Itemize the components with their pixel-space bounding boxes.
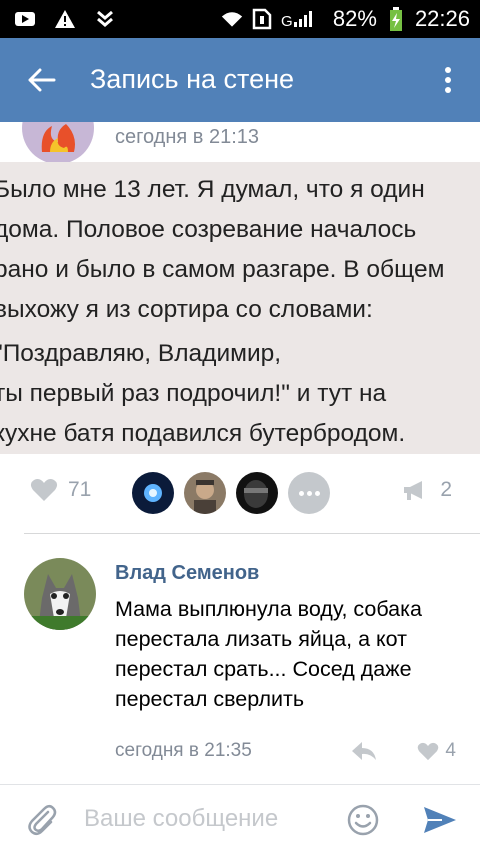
more-vertical-icon <box>445 67 451 93</box>
divider <box>24 533 480 534</box>
heart-icon <box>418 742 439 760</box>
image-text-line: кухне батя подавился бутербродом. <box>0 420 406 447</box>
emoji-button[interactable] <box>346 803 380 837</box>
post-timestamp: сегодня в 21:13 <box>115 126 259 148</box>
more-menu-button[interactable] <box>434 60 462 100</box>
message-input[interactable] <box>84 801 324 837</box>
message-composer <box>0 784 480 854</box>
smile-icon <box>347 804 379 836</box>
post-meta: сегодня в 21:13 <box>0 122 480 162</box>
comment: Влад Семенов Мама выплюнула воду, собака… <box>0 550 480 780</box>
comment-like-count: 4 <box>445 740 456 761</box>
battery-percent: 82% <box>332 6 377 31</box>
back-button[interactable] <box>22 60 62 100</box>
comment-author-avatar[interactable] <box>24 558 96 630</box>
image-text-line: Было мне 13 лет. Я думал, что я один <box>0 176 425 203</box>
download-icon <box>94 8 116 30</box>
status-right: G 82% 22:26 <box>221 6 470 32</box>
like-button[interactable]: 71 <box>30 478 91 502</box>
megaphone-icon <box>404 481 423 500</box>
reply-icon <box>352 742 376 760</box>
image-text-line: ты первый раз подрочил!" и тут на <box>0 380 387 407</box>
clock: 22:26 <box>414 6 470 31</box>
comment-author-name[interactable]: Влад Семенов <box>115 562 259 585</box>
image-text-line: "Поздравляю, Владимир, <box>0 340 282 367</box>
sim-icon <box>251 8 273 30</box>
signal-icon: G <box>281 8 325 30</box>
liker-avatar[interactable] <box>132 472 174 514</box>
send-button[interactable] <box>422 805 458 835</box>
warning-icon <box>54 8 76 30</box>
send-icon <box>424 807 456 833</box>
comment-like-button[interactable]: 4 <box>417 740 456 762</box>
image-text-line: рано и было в самом разгаре. В общем <box>0 256 445 283</box>
video-icon <box>14 8 36 30</box>
comment-timestamp: сегодня в 21:35 <box>115 740 252 761</box>
reply-button[interactable] <box>350 738 378 764</box>
liker-avatar[interactable] <box>184 472 226 514</box>
share-button[interactable]: 2 <box>402 478 452 502</box>
attach-button[interactable] <box>26 803 58 837</box>
share-count: 2 <box>440 478 452 501</box>
app-header: Запись на стене <box>0 38 480 122</box>
paperclip-icon <box>28 805 57 835</box>
post-image[interactable]: Было мне 13 лет. Я думал, что я один дом… <box>0 162 480 454</box>
arrow-back-icon <box>28 68 56 92</box>
post-actions: 71 2 <box>0 462 480 524</box>
svg-text:G: G <box>281 13 293 30</box>
battery-charging-icon <box>385 7 407 31</box>
image-text-line: дома. Половое созревание началось <box>0 216 417 243</box>
more-likers-button[interactable] <box>288 472 330 514</box>
liker-avatar[interactable] <box>236 472 278 514</box>
status-left-icons <box>14 8 116 30</box>
comment-text: Мама выплюнула воду, собака перестала ли… <box>115 597 422 711</box>
page-title: Запись на стене <box>90 64 295 94</box>
image-text-line: выхожу я из сортира со словами: <box>0 296 373 323</box>
post-author-avatar[interactable] <box>22 122 94 162</box>
status-bar: G 82% 22:26 <box>0 0 480 38</box>
wifi-icon <box>221 8 243 30</box>
likers-list[interactable] <box>132 472 330 514</box>
like-count: 71 <box>68 478 92 501</box>
heart-icon <box>30 478 58 501</box>
